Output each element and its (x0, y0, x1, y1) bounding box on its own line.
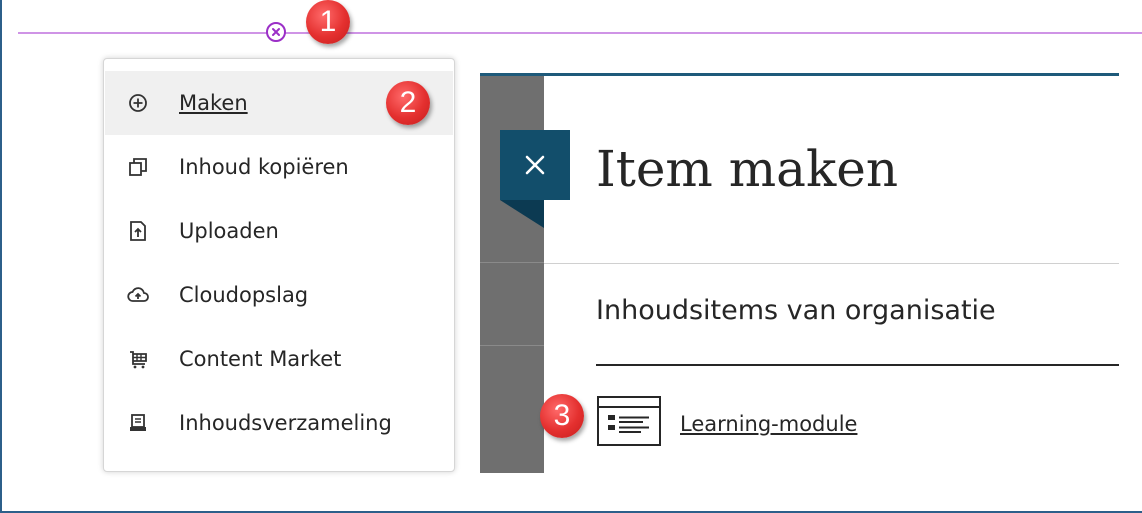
section-heading: Inhoudsitems van organisatie (596, 295, 996, 326)
step-badge-2: 2 (386, 81, 430, 125)
menu-item-label: Cloudopslag (179, 283, 309, 307)
title-divider (544, 263, 1119, 264)
close-circle-icon (272, 28, 280, 36)
menu-item-label: Maken (179, 91, 248, 115)
menu-item-label: Uploaden (179, 219, 279, 243)
add-content-button[interactable] (266, 22, 286, 42)
content-divider-line (18, 32, 1142, 34)
menu-item-label: Inhoudsverzameling (179, 411, 392, 435)
strip-divider (480, 262, 544, 263)
learning-module-link[interactable]: Learning-module (680, 412, 857, 436)
menu-item-content-market[interactable]: Content Market (105, 327, 453, 391)
panel-top-border (480, 73, 1119, 76)
menu-item-inhoud-kopieren[interactable]: Inhoud kopiëren (105, 135, 453, 199)
cloud-upload-icon (127, 284, 149, 306)
step-badge-3: 3 (540, 394, 584, 438)
menu-item-cloudopslag[interactable]: Cloudopslag (105, 263, 453, 327)
plus-circle-icon (127, 92, 149, 114)
close-icon (525, 155, 545, 175)
upload-file-icon (127, 220, 149, 242)
menu-item-uploaden[interactable]: Uploaden (105, 199, 453, 263)
close-panel-button[interactable] (500, 130, 570, 200)
menu-item-label: Content Market (179, 347, 342, 371)
strip-divider (480, 345, 544, 346)
content-collection-icon (127, 412, 149, 434)
learning-module-icon[interactable] (597, 396, 661, 446)
menu-item-inhoudsverzameling[interactable]: Inhoudsverzameling (105, 391, 453, 455)
step-badge-1: 1 (306, 0, 350, 44)
shopping-cart-icon (127, 348, 149, 370)
menu-item-label: Inhoud kopiëren (179, 155, 349, 179)
copy-icon (127, 156, 149, 178)
section-divider (596, 364, 1119, 366)
close-tab-fold (500, 200, 544, 228)
panel-title: Item maken (596, 140, 899, 198)
